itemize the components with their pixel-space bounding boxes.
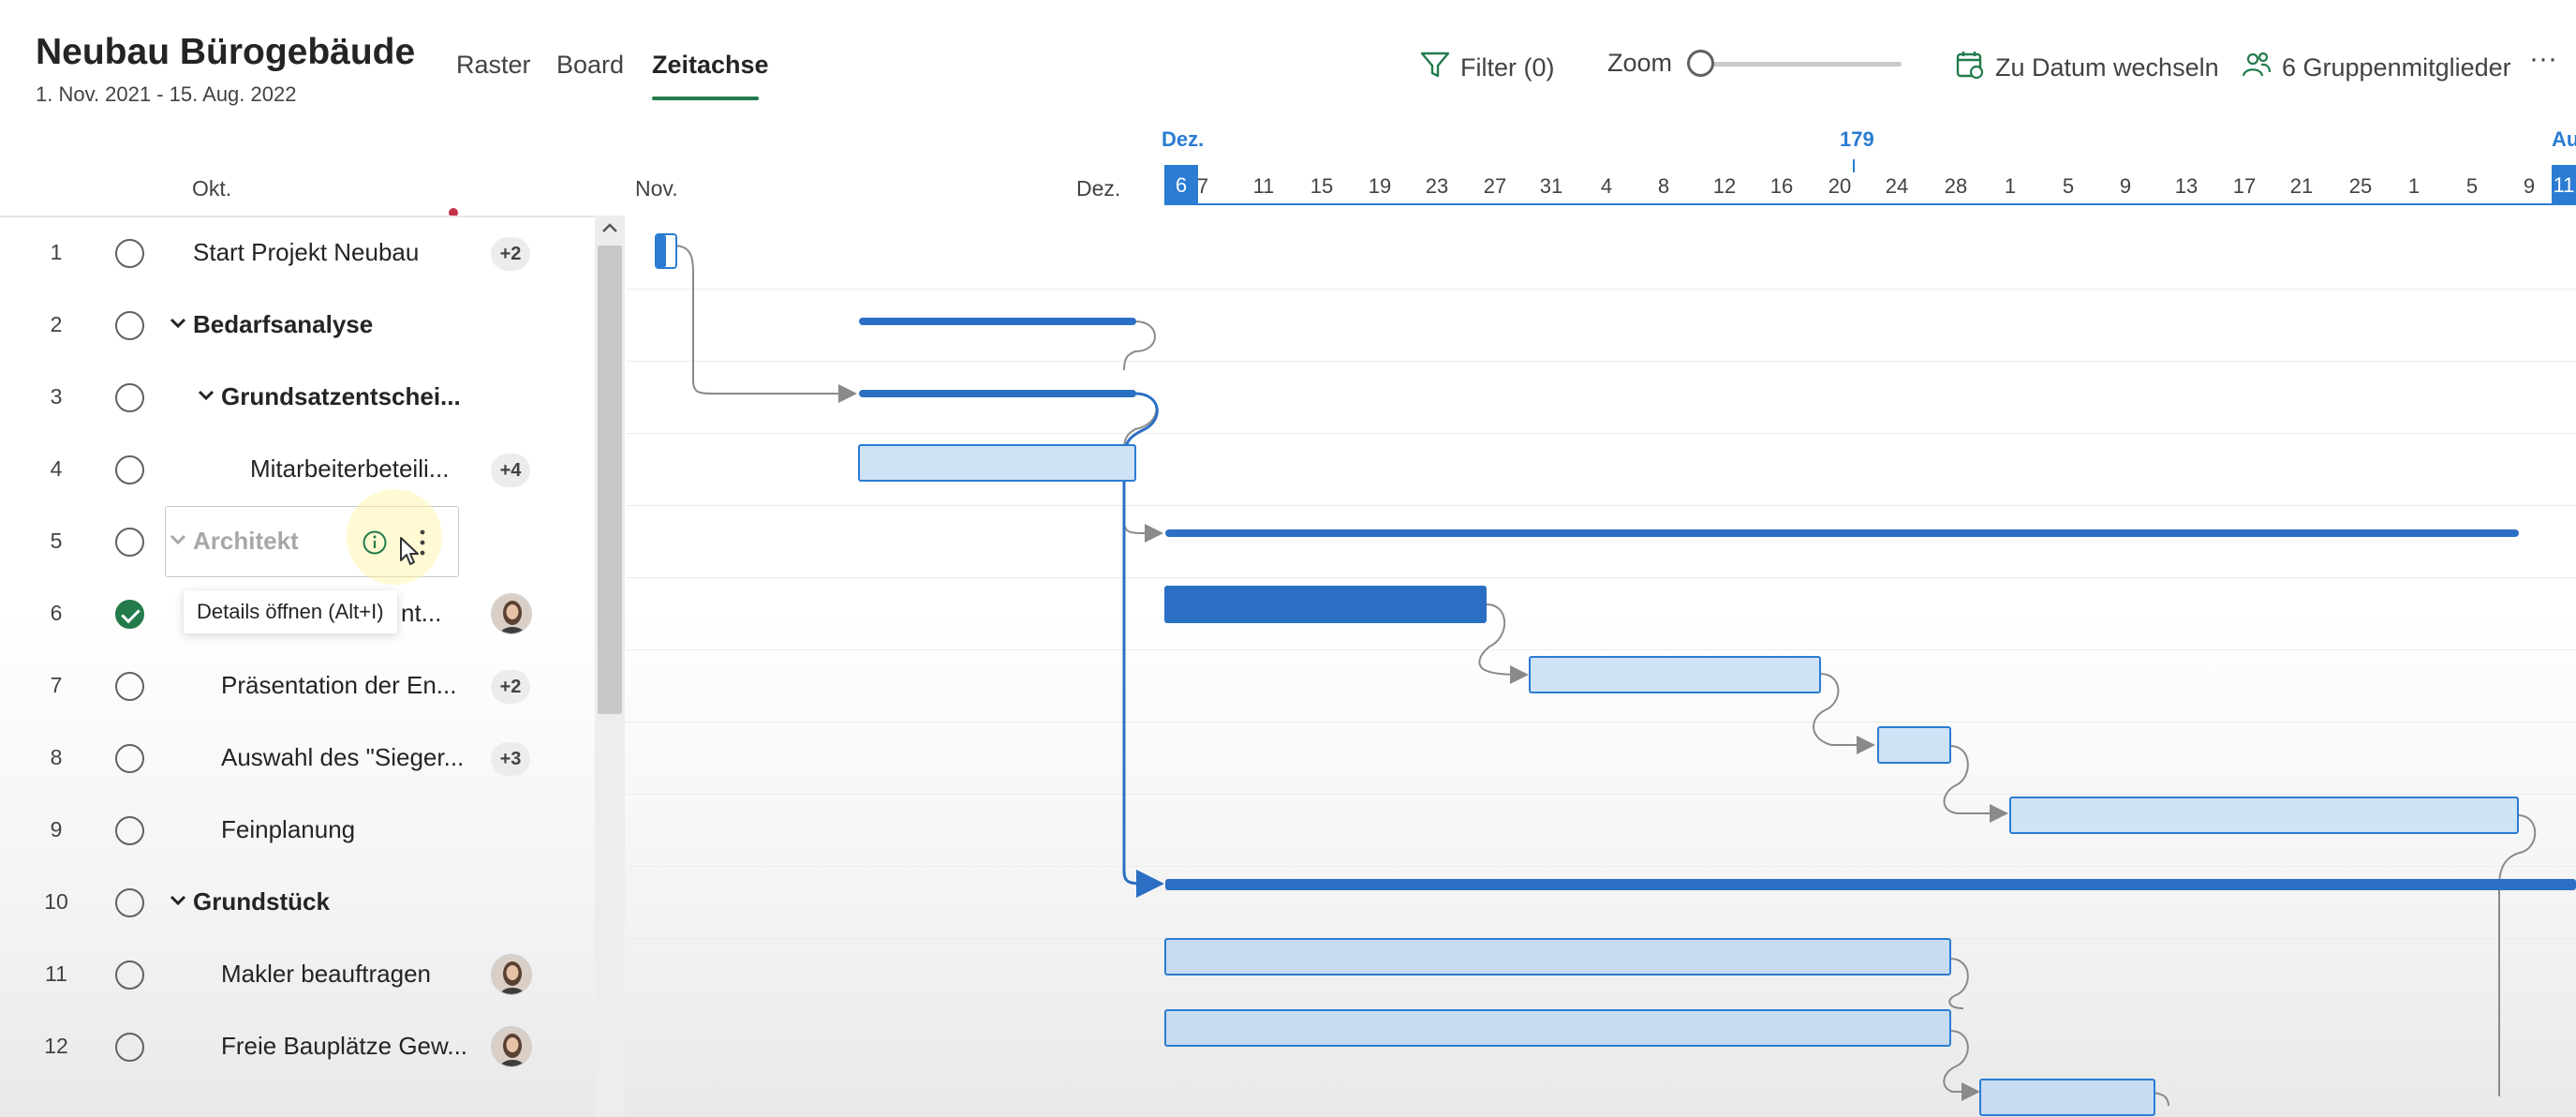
gantt-bar-task-13: [1979, 1079, 2155, 1116]
dependency-connector: [1123, 320, 1156, 371]
dependency-connector: [1943, 745, 2008, 823]
gantt-bar-bedarfsanalyse: [859, 318, 1136, 325]
gantt-bar-freie-bauplaetze: [1164, 1009, 1951, 1047]
dependency-connector: [2498, 814, 2537, 1096]
gantt-bar-mitarbeiterbeteiligung: [858, 444, 1136, 482]
gantt-bar-auswahl-sieger: [1877, 726, 1951, 764]
dependency-connector: [1948, 958, 1969, 1009]
gantt-bar-architekt: [1165, 529, 2519, 537]
gantt-bar-start-projekt-fill: [657, 235, 666, 267]
gantt-bar-grundstueck: [1165, 879, 2576, 890]
gantt-bar-grundsatzentscheidung: [859, 390, 1136, 397]
dependency-connector: [672, 245, 857, 403]
gantt-bar-makler: [1164, 938, 1951, 976]
dependency-connector: [1813, 673, 1875, 754]
planner-timeline-view: Neubau Bürogebäude 1. Nov. 2021 - 15. Au…: [0, 0, 2576, 1117]
gantt-chart: [655, 233, 2576, 1116]
gantt-bar-feinplanung: [2009, 797, 2519, 834]
gantt-bar-praesentation: [1529, 656, 1821, 693]
gantt-bar-task-6: [1164, 586, 1487, 623]
